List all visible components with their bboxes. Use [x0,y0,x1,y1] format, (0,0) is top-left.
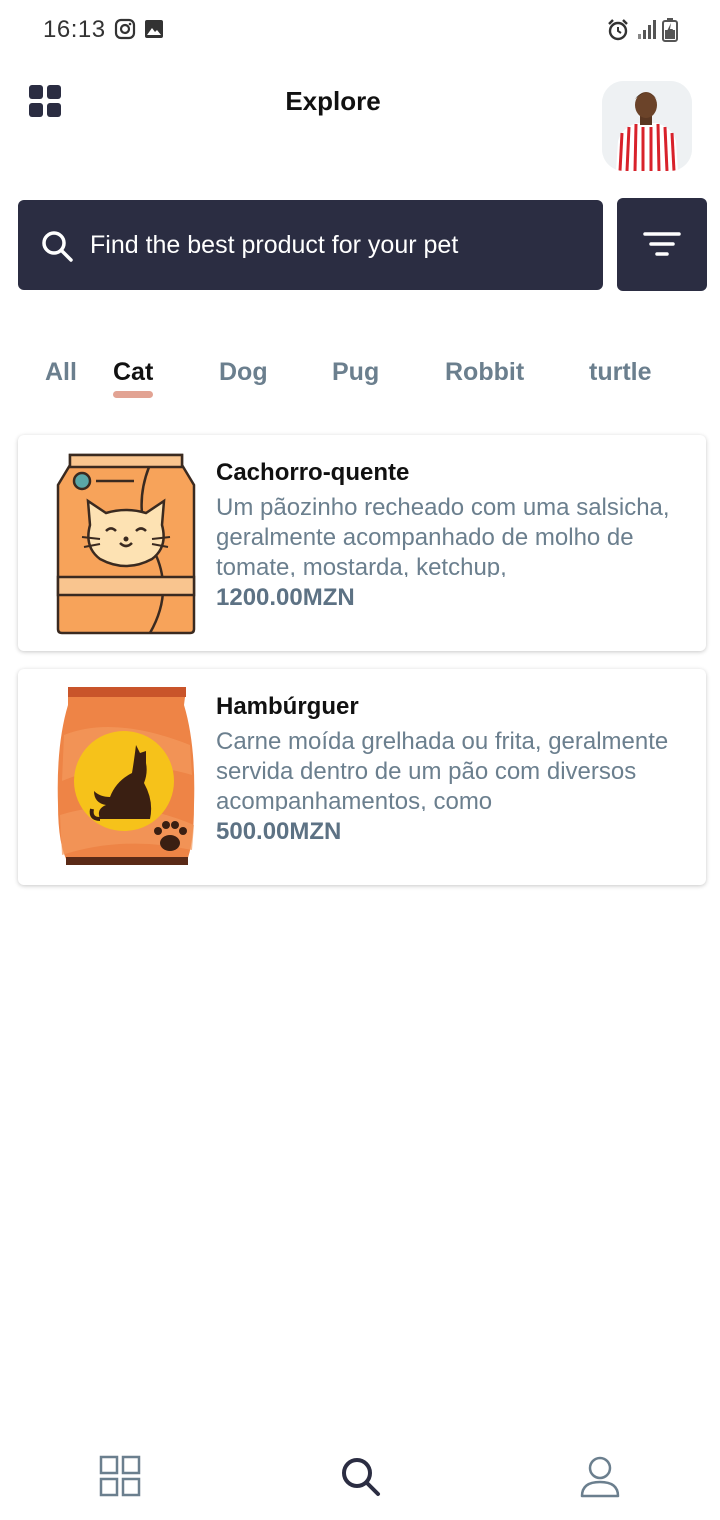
cat-food-bag-image [56,453,196,635]
gallery-icon [145,20,163,38]
signal-icon [638,20,656,39]
search-box[interactable] [18,200,603,290]
product-card[interactable]: Hambúrguer Carne moída grelhada ou frita… [18,669,706,885]
product-name: Hambúrguer [216,693,359,720]
filter-icon [643,232,681,256]
product-description: Um pãozinho recheado com uma salsicha, g… [216,494,670,577]
product-name: Cachorro-quente [216,459,410,486]
battery-icon [662,18,678,42]
tab-label: Cat [113,358,154,386]
filter-button[interactable] [617,198,707,291]
active-tab-indicator [113,391,154,398]
nav-search-button[interactable] [338,1454,384,1500]
search-icon [42,231,73,262]
tab-dog[interactable]: Dog [219,358,268,387]
product-price: 1200.00MZN [216,584,355,611]
tab-all[interactable]: All [45,358,77,387]
tab-pug[interactable]: Pug [332,358,379,387]
bottom-nav [0,1430,720,1520]
category-tabs: All Cat Dog Pug Robbit turtle [0,358,720,408]
cat-food-bag-image [57,687,195,865]
instagram-icon [114,18,136,40]
status-time: 16:13 [43,16,106,43]
product-card[interactable]: Cachorro-quente Um pãozinho recheado com… [18,435,706,651]
tab-turtle[interactable]: turtle [589,358,652,387]
product-price: 500.00MZN [216,818,342,845]
tab-robbit[interactable]: Robbit [445,358,524,387]
alarm-icon [608,19,628,41]
grid-icon [99,1455,141,1497]
search-icon [342,1458,380,1496]
product-description: Carne moída grelhada ou frita, geralment… [216,728,669,811]
status-bar: 16:13 [0,0,720,60]
avatar[interactable] [602,81,692,171]
nav-home-button[interactable] [98,1454,144,1500]
tab-cat[interactable]: Cat [113,358,154,398]
profile-photo [602,81,692,171]
search-input[interactable] [90,200,590,290]
nav-profile-button[interactable] [578,1454,624,1500]
page-title: Explore [285,86,381,116]
profile-icon [580,1456,620,1498]
